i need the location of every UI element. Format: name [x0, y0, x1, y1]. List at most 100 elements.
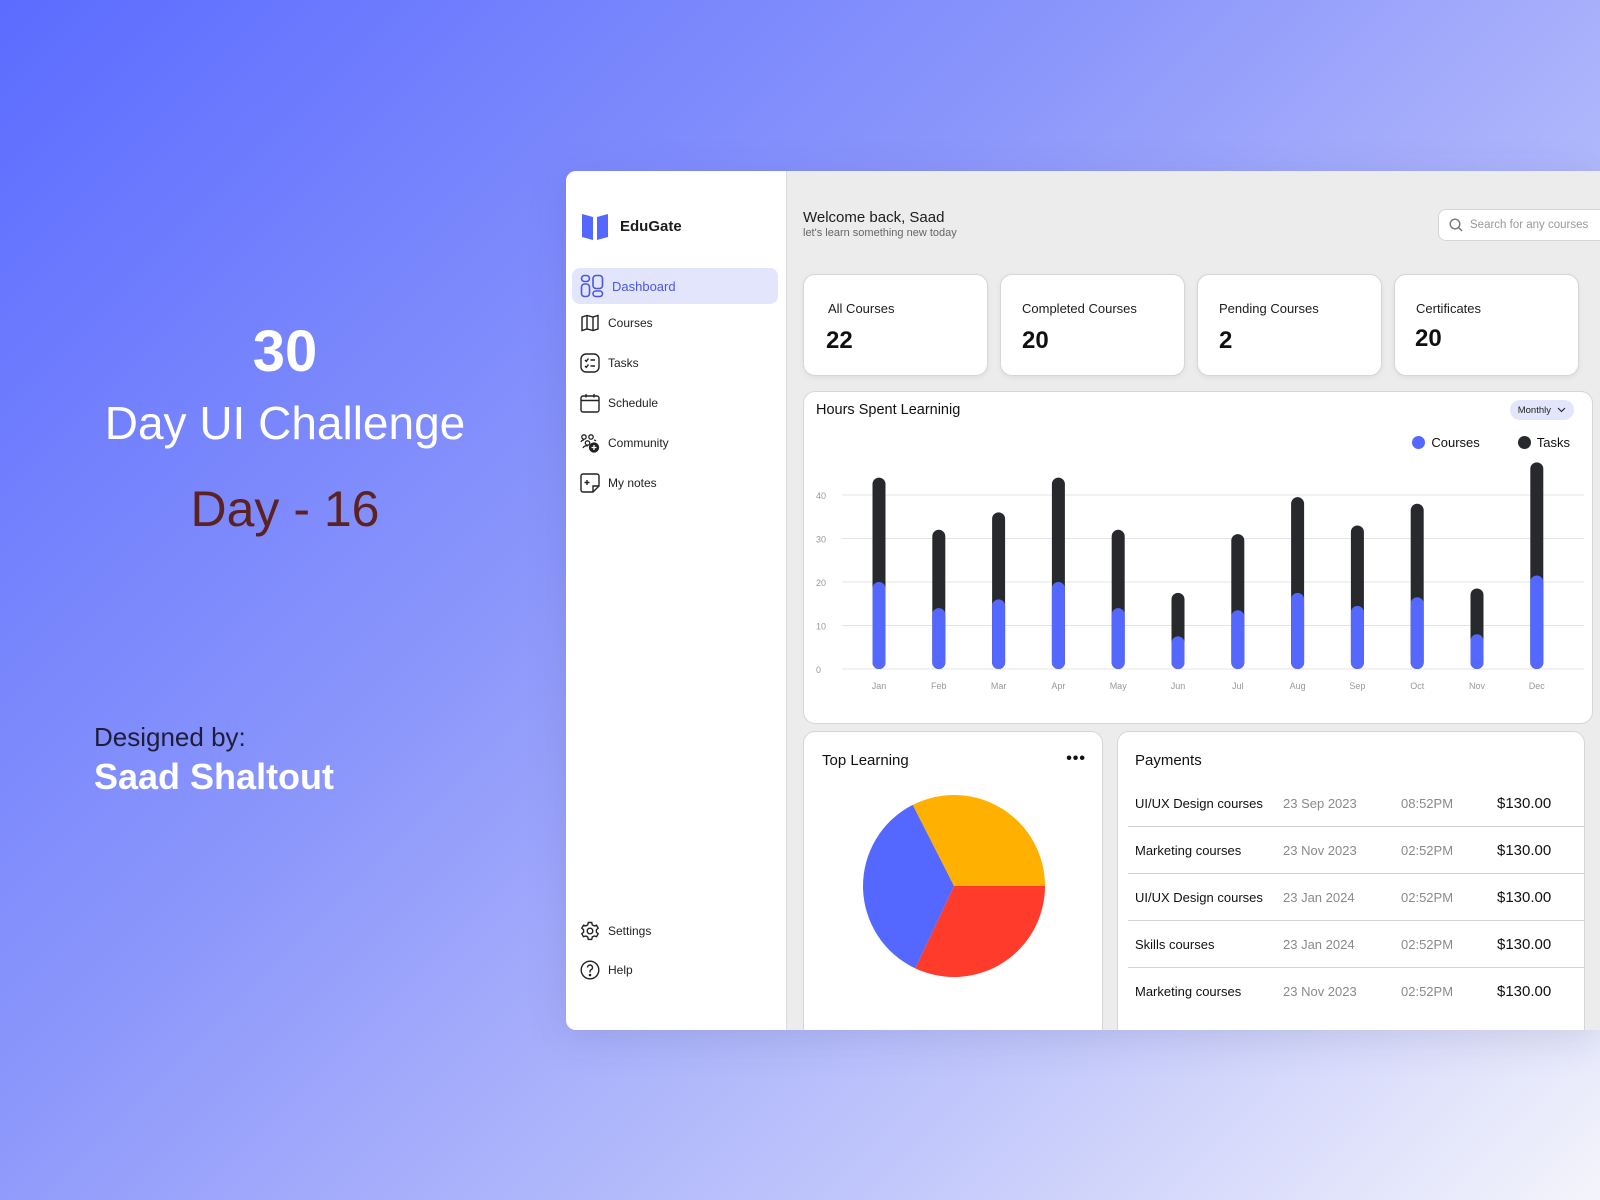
bar-courses-apr[interactable]	[1051, 582, 1065, 669]
legend-label: Courses	[1431, 435, 1480, 450]
designed-by-label: Designed by:	[94, 722, 246, 752]
chart-title: Hours Spent Learninig	[816, 402, 961, 418]
stat-value: 2	[1219, 327, 1233, 354]
payment-name: Marketing courses	[1135, 984, 1242, 999]
sidebar-item-community[interactable]: Community	[572, 425, 778, 461]
x-tick-label: Dec	[1529, 681, 1546, 691]
legend-dot-courses	[1412, 436, 1426, 449]
sidebar-item-my-notes[interactable]: My notes	[572, 465, 778, 501]
app-window: EduGate Dashboard Courses Tasks Schedule…	[566, 171, 1600, 1030]
book-icon	[581, 314, 599, 332]
x-tick-label: Sep	[1349, 681, 1365, 691]
payment-row[interactable]: UI/UX Design courses 23 Sep 2023 08:52PM $1…	[1128, 780, 1584, 827]
sidebar-item-label: Tasks	[608, 356, 639, 370]
bar-courses-sep[interactable]	[1350, 605, 1364, 669]
payment-amount: $130.00	[1497, 841, 1552, 859]
legend-label: Tasks	[1536, 435, 1570, 450]
sidebar-item-label: Community	[608, 436, 669, 450]
sidebar-item-label: My notes	[608, 476, 657, 490]
top-learning-card: Top Learning •••	[803, 731, 1103, 1030]
dashboard-icon	[580, 274, 604, 298]
x-tick-label: Oct	[1410, 681, 1425, 691]
payment-row[interactable]: Marketing courses 23 Nov 2023 02:52PM $130.…	[1128, 968, 1584, 1015]
x-tick-label: May	[1110, 681, 1128, 691]
stat-label: All Courses	[828, 301, 895, 316]
payment-row[interactable]: Skills courses 23 Jan 2024 02:52PM $130.00	[1128, 921, 1584, 968]
payment-row[interactable]: UI/UX Design courses 23 Jan 2024 02:52PM $1…	[1128, 874, 1584, 921]
period-value: Monthly	[1517, 404, 1551, 416]
tasks-icon	[580, 353, 600, 373]
x-tick-label: Jun	[1171, 681, 1186, 691]
bar-courses-feb[interactable]	[932, 608, 946, 669]
sidebar-item-tasks[interactable]: Tasks	[572, 345, 778, 381]
payment-amount: $130.00	[1497, 983, 1552, 1000]
payment-time: 02:52PM	[1401, 936, 1454, 952]
bar-courses-oct[interactable]	[1410, 597, 1424, 669]
payment-amount: $130.00	[1497, 794, 1552, 812]
gear-icon	[580, 921, 600, 941]
legend-item-tasks: Tasks	[1517, 435, 1570, 450]
y-tick-label: 20	[816, 578, 826, 588]
payment-time: 02:52PM	[1401, 842, 1454, 858]
main-content: Welcome back, Saad let's learn something…	[787, 171, 1600, 1030]
bar-courses-nov[interactable]	[1470, 634, 1484, 669]
book-logo-icon	[582, 214, 608, 240]
payment-time: 02:52PM	[1401, 984, 1454, 999]
stat-card-certificates[interactable]: Certificates 20	[1394, 274, 1579, 376]
sidebar-item-schedule[interactable]: Schedule	[572, 385, 778, 421]
bar-courses-jan[interactable]	[872, 582, 886, 669]
x-tick-label: Feb	[931, 681, 947, 691]
y-tick-label: 40	[816, 491, 826, 501]
promo-challenge: Day UI Challenge	[104, 397, 466, 449]
sidebar-item-label: Dashboard	[612, 278, 676, 294]
payments-card: Payments UI/UX Design courses 23 Sep 2023…	[1117, 731, 1585, 1030]
stat-label: Completed Courses	[1022, 301, 1137, 316]
payment-name: UI/UX Design courses	[1135, 889, 1263, 905]
payment-date: 23 Jan 2024	[1283, 889, 1355, 905]
more-options-icon[interactable]: •••	[1066, 750, 1086, 768]
sidebar-item-label: Schedule	[608, 396, 659, 410]
payment-amount: $130.00	[1497, 888, 1552, 906]
sidebar-item-help[interactable]: Help	[572, 952, 778, 988]
stat-card-all-courses[interactable]: All Courses 22	[803, 274, 988, 376]
bar-courses-aug[interactable]	[1291, 592, 1305, 669]
top-learning-title: Top Learning	[822, 752, 909, 769]
y-tick-label: 10	[816, 622, 826, 632]
payment-date: 23 Nov 2023	[1283, 984, 1357, 999]
x-tick-label: Jan	[872, 681, 887, 691]
payment-amount: $130.00	[1497, 935, 1552, 953]
welcome-header: Welcome back, Saad let's learn something…	[803, 209, 957, 239]
stat-label: Certificates	[1416, 301, 1482, 316]
payments-title: Payments	[1135, 752, 1202, 769]
bar-courses-dec[interactable]	[1530, 575, 1544, 669]
x-tick-label: Apr	[1051, 681, 1065, 691]
stat-card-pending-courses[interactable]: Pending Courses 2	[1197, 274, 1382, 376]
welcome-subtitle: let's learn something new today	[803, 227, 957, 239]
promo-number: 30	[252, 319, 318, 384]
bar-courses-jun[interactable]	[1171, 636, 1185, 669]
x-tick-label: Aug	[1290, 681, 1306, 691]
sidebar-item-dashboard[interactable]: Dashboard	[572, 268, 778, 304]
stat-label: Pending Courses	[1219, 301, 1319, 316]
legend-item-courses: Courses	[1412, 435, 1480, 450]
help-icon	[580, 960, 600, 980]
stat-card-completed-courses[interactable]: Completed Courses 20	[1000, 274, 1185, 376]
sidebar-item-settings[interactable]: Settings	[572, 913, 778, 949]
payment-row[interactable]: Marketing courses 23 Nov 2023 02:52PM $130.…	[1128, 827, 1584, 874]
top-learning-pie	[863, 795, 1045, 977]
search-input[interactable]	[1470, 219, 1600, 231]
x-tick-label: Mar	[991, 681, 1007, 691]
brand-name: EduGate	[620, 217, 682, 235]
logo[interactable]: EduGate	[580, 211, 682, 241]
search-box[interactable]	[1438, 209, 1600, 241]
payment-name: Marketing courses	[1135, 842, 1242, 858]
chart-legend: Courses Tasks	[1412, 435, 1570, 450]
period-dropdown[interactable]: Monthly	[1509, 400, 1574, 420]
hours-chart-card: 0 10 20 30 40 Jan Feb Mar Apr May Jun Jul Aug Sep Oct N…	[803, 391, 1593, 724]
bar-courses-jul[interactable]	[1231, 610, 1245, 669]
stat-value: 20	[1022, 327, 1049, 354]
bar-courses-may[interactable]	[1111, 608, 1125, 669]
sidebar-item-courses[interactable]: Courses	[572, 305, 778, 341]
welcome-title: Welcome back, Saad	[803, 209, 945, 226]
bar-courses-mar[interactable]	[992, 599, 1006, 669]
